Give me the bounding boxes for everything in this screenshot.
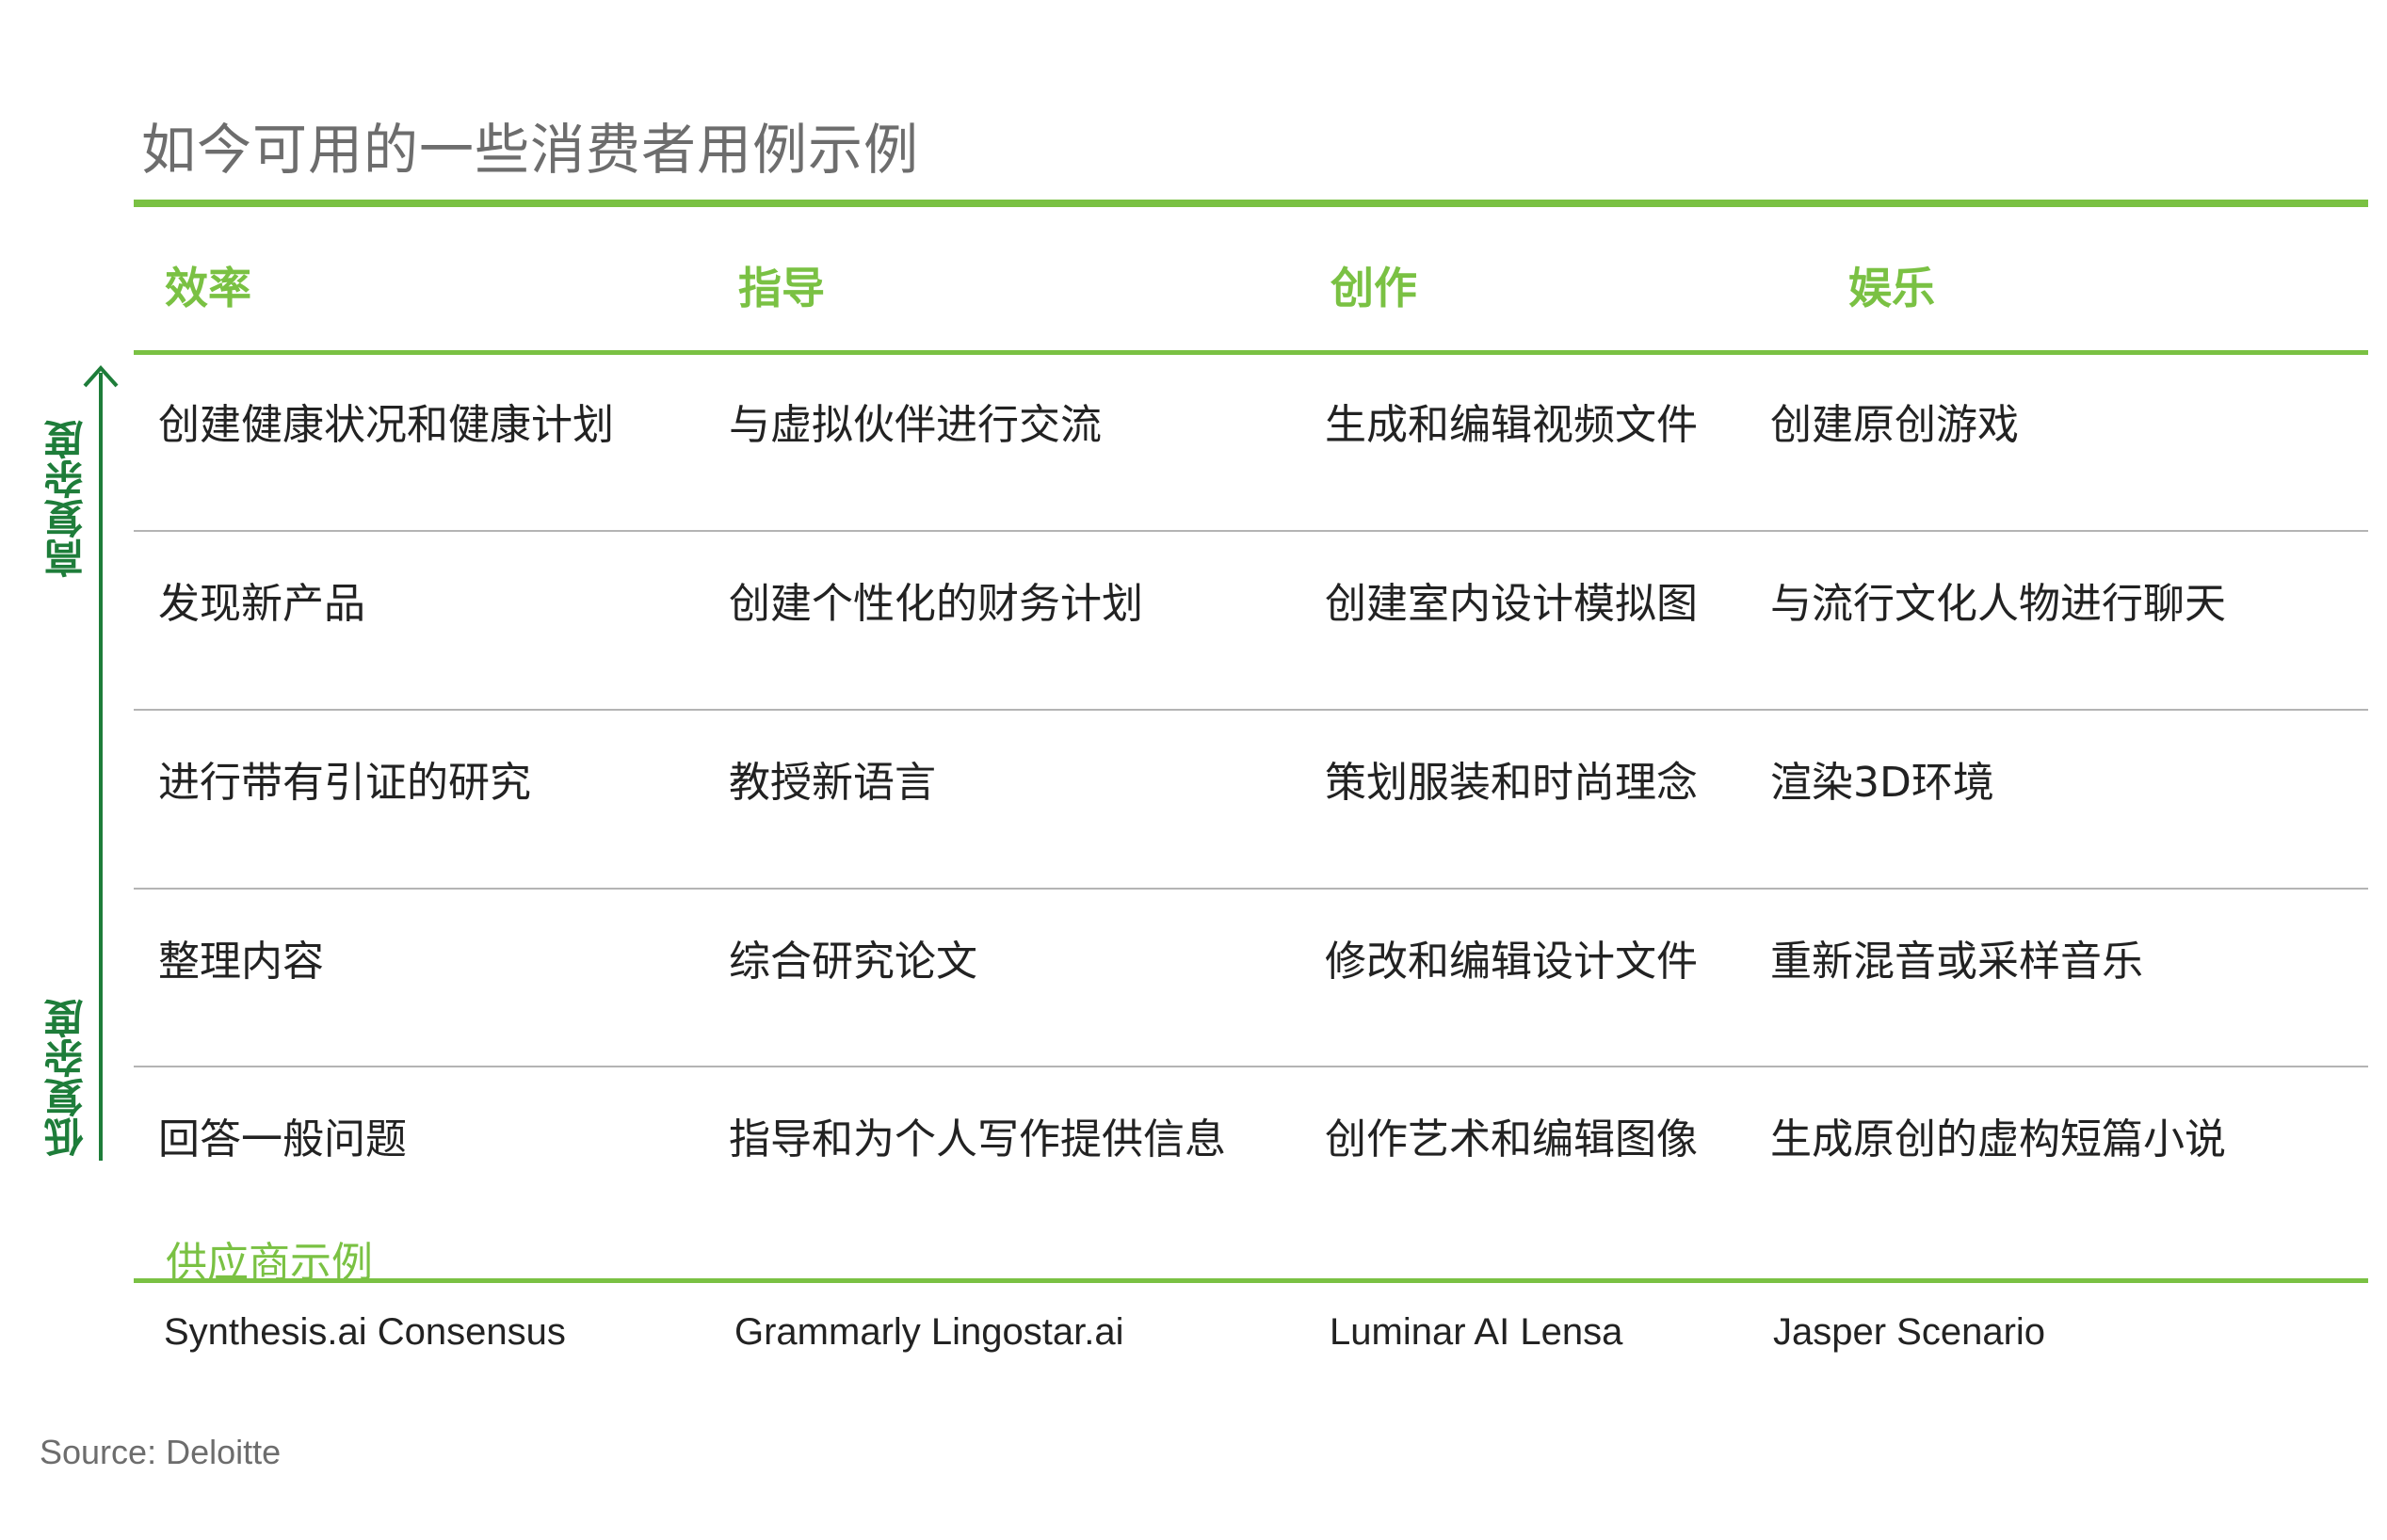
- table-cell: 创建个性化的财务计划: [729, 580, 1143, 628]
- row-divider: [134, 1066, 2368, 1067]
- table-cell: 重新混音或采样音乐: [1770, 938, 2143, 986]
- column-header-entertainment: 娱乐: [1848, 263, 1935, 313]
- table-cell: 创建健康状况和健康计划: [158, 401, 614, 449]
- vendor-guidance: Grammarly Lingostar.ai: [734, 1311, 1124, 1353]
- table-cell: 创建原创游戏: [1770, 401, 2019, 449]
- vendor-efficiency: Synthesis.ai Consensus: [164, 1311, 566, 1353]
- table-cell: 发现新产品: [158, 580, 365, 628]
- column-header-efficiency: 效率: [165, 263, 251, 313]
- table-cell: 与流行文化人物进行聊天: [1770, 580, 2226, 628]
- row-divider: [134, 530, 2368, 532]
- table-cell: 综合研究论文: [729, 938, 977, 986]
- vendor-creation: Luminar AI Lensa: [1330, 1311, 1623, 1353]
- table-cell: 生成原创的虚构短篇小说: [1770, 1115, 2226, 1163]
- row-divider: [134, 888, 2368, 890]
- axis-label-low: 低复杂度: [43, 999, 89, 1157]
- table-cell: 创作艺术和编辑图像: [1325, 1115, 1698, 1163]
- table-cell: 与虚拟伙伴进行交流: [729, 401, 1102, 449]
- table-cell: 渲染3D环境: [1770, 759, 1994, 807]
- vendor-rule: [134, 1278, 2368, 1283]
- table-cell: 生成和编辑视频文件: [1325, 401, 1698, 449]
- table-cell: 进行带有引证的研究: [158, 759, 531, 807]
- column-header-creation: 创作: [1331, 263, 1417, 313]
- table-cell: 教授新语言: [729, 759, 936, 807]
- title-rule: [134, 200, 2368, 207]
- table-cell: 创建室内设计模拟图: [1325, 580, 1698, 628]
- table-cell: 修改和编辑设计文件: [1325, 938, 1698, 986]
- table-cell: 指导和为个人写作提供信息: [729, 1115, 1226, 1163]
- table-cell: 策划服装和时尚理念: [1325, 759, 1698, 807]
- axis-label-high: 高复杂度: [43, 420, 89, 578]
- row-divider: [134, 709, 2368, 711]
- vendor-entertainment: Jasper Scenario: [1773, 1311, 2046, 1353]
- arrow-up-icon: [83, 365, 119, 388]
- page-title: 如今可用的一些消费者用例示例: [141, 118, 920, 182]
- column-header-guidance: 指导: [738, 263, 825, 313]
- header-rule: [134, 350, 2368, 355]
- table-cell: 回答一般问题: [158, 1115, 407, 1163]
- table-cell: 整理内容: [158, 938, 324, 986]
- source-note: Source: Deloitte: [40, 1433, 282, 1471]
